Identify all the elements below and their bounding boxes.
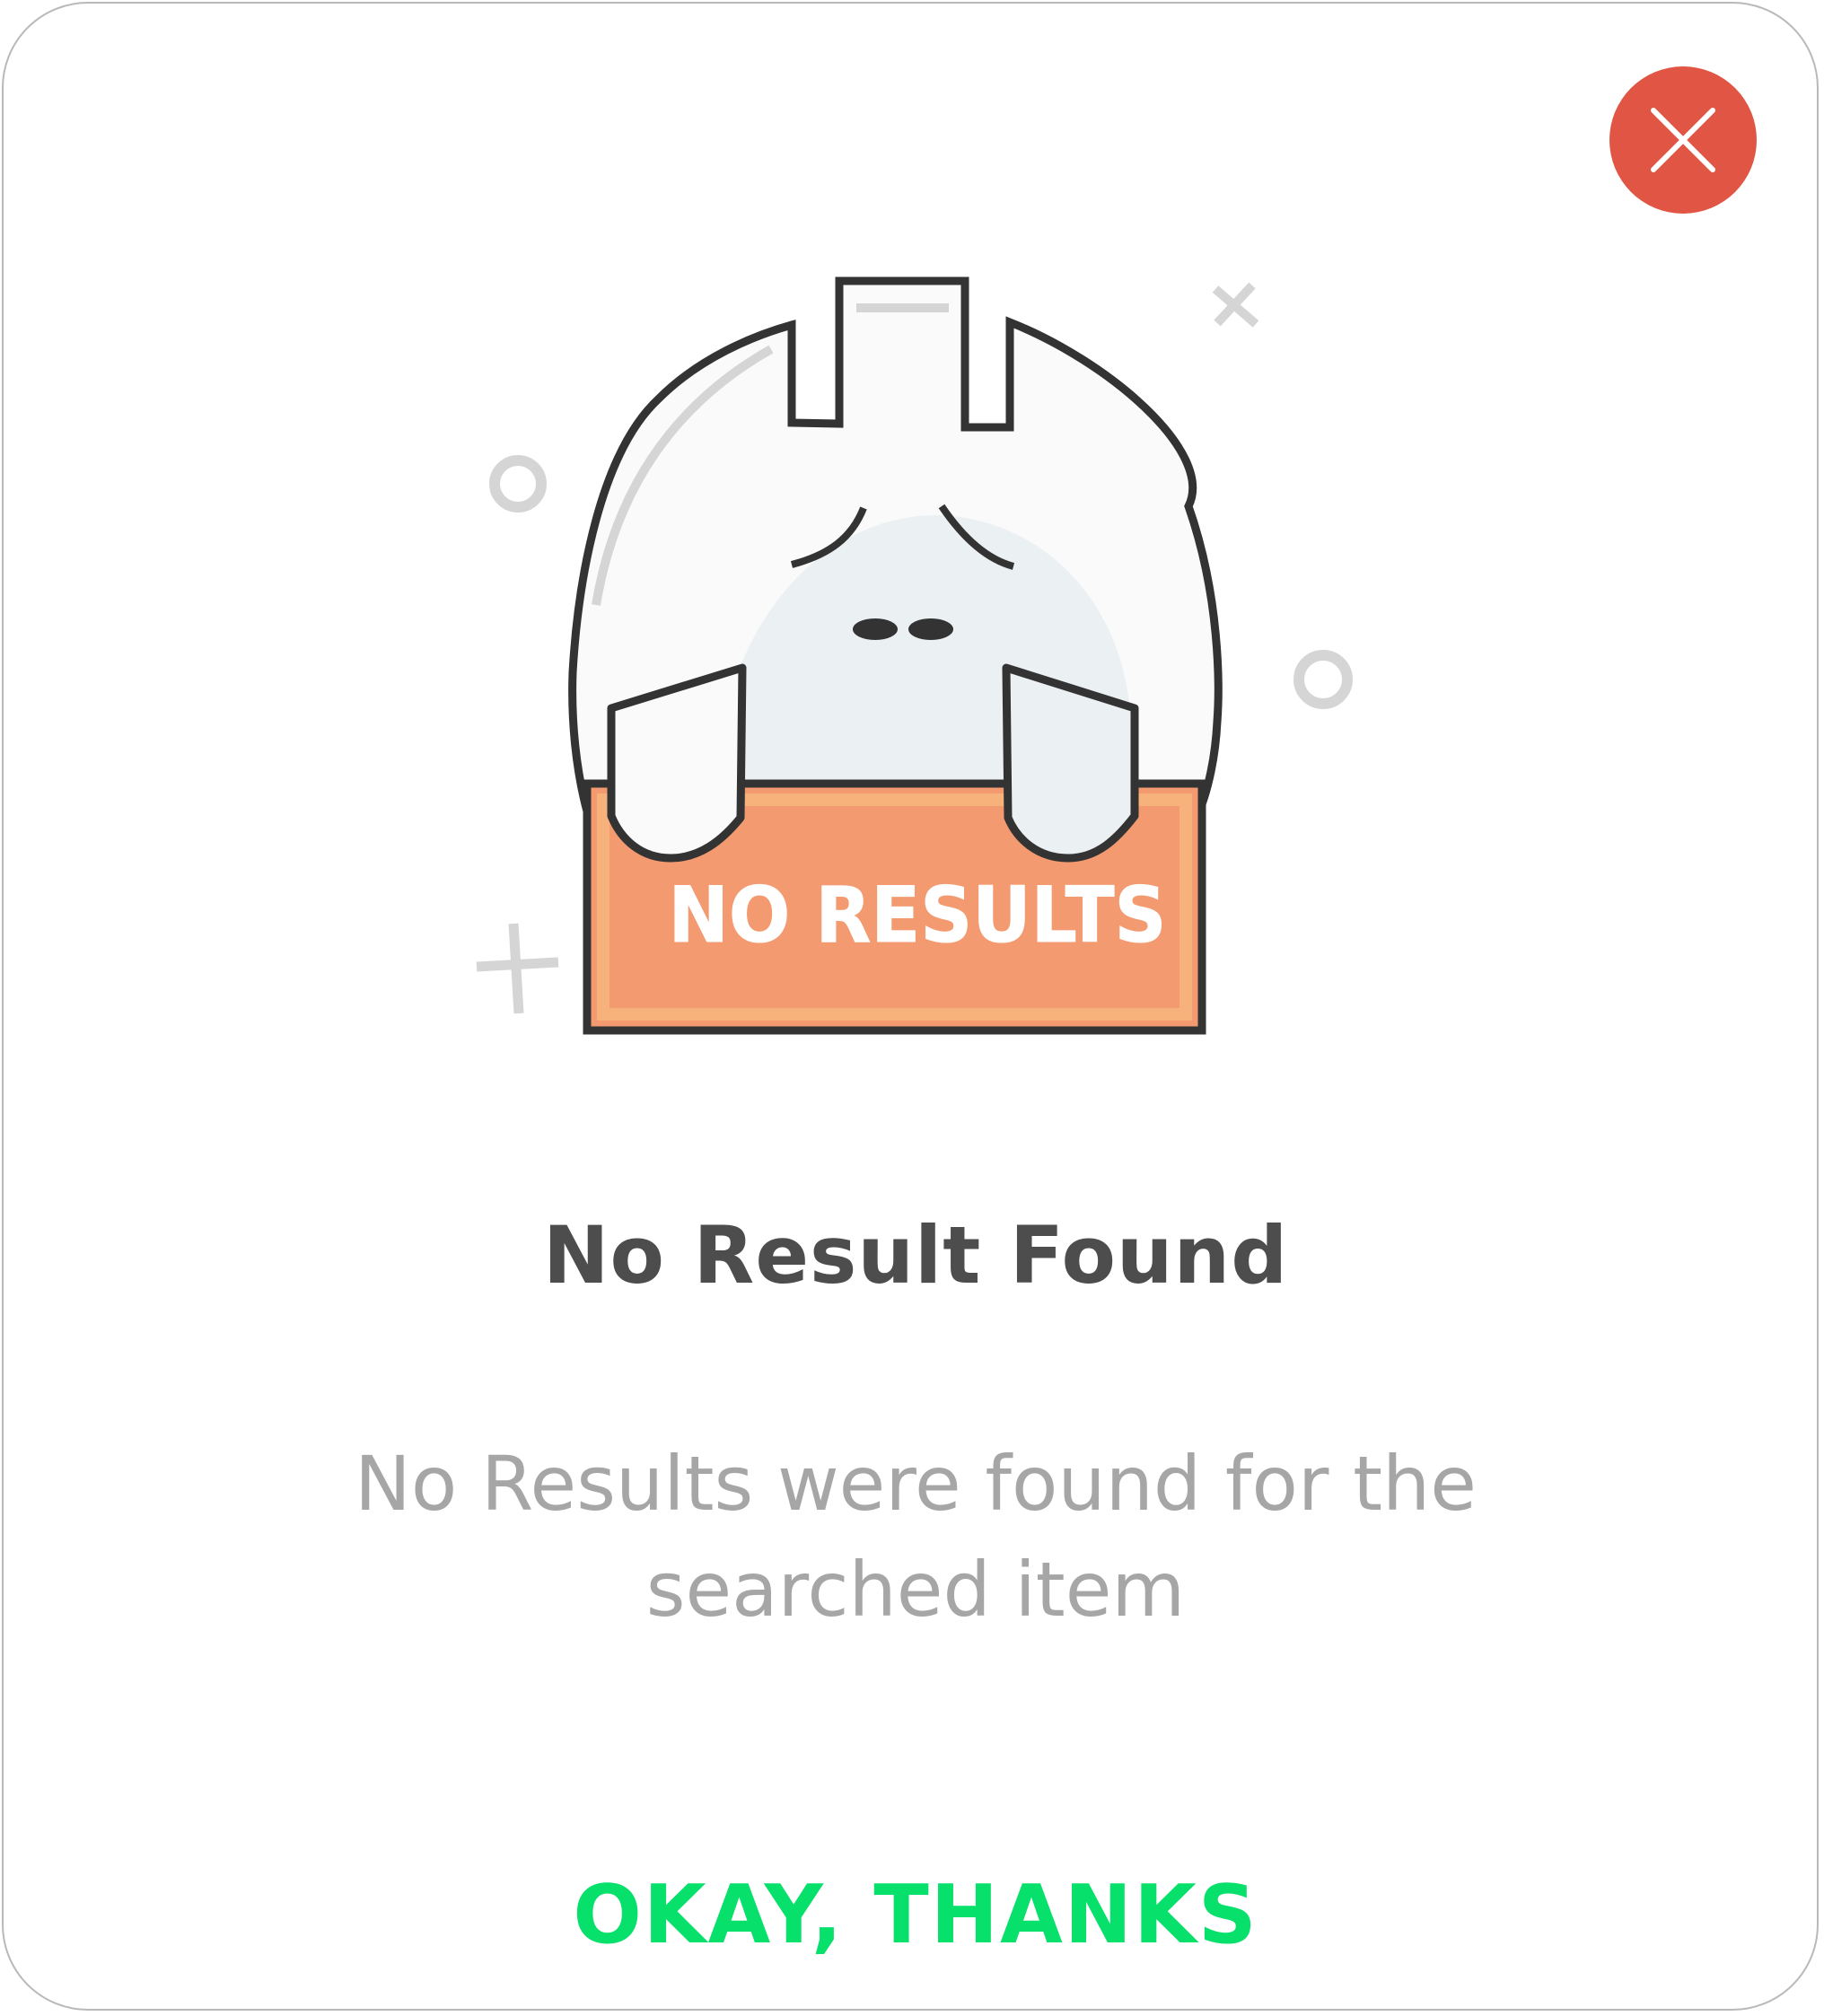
okay-thanks-button[interactable]: OKAY, THANKS xyxy=(557,1862,1275,1969)
sign-label: NO RESULTS xyxy=(669,871,1167,960)
decor-plus-left xyxy=(476,923,559,1014)
no-results-dialog: NO RESULTS No Result Found No Results we… xyxy=(2,2,1819,2011)
dialog-title: No Result Found xyxy=(542,1209,1289,1302)
no-results-illustration: NO RESULTS xyxy=(476,276,1353,1035)
decor-circle-left xyxy=(489,455,547,513)
decor-circle-right xyxy=(1293,650,1353,709)
decor-cross-top xyxy=(1212,282,1259,328)
dialog-message: No Results were found for the searched i… xyxy=(355,1440,1477,1634)
